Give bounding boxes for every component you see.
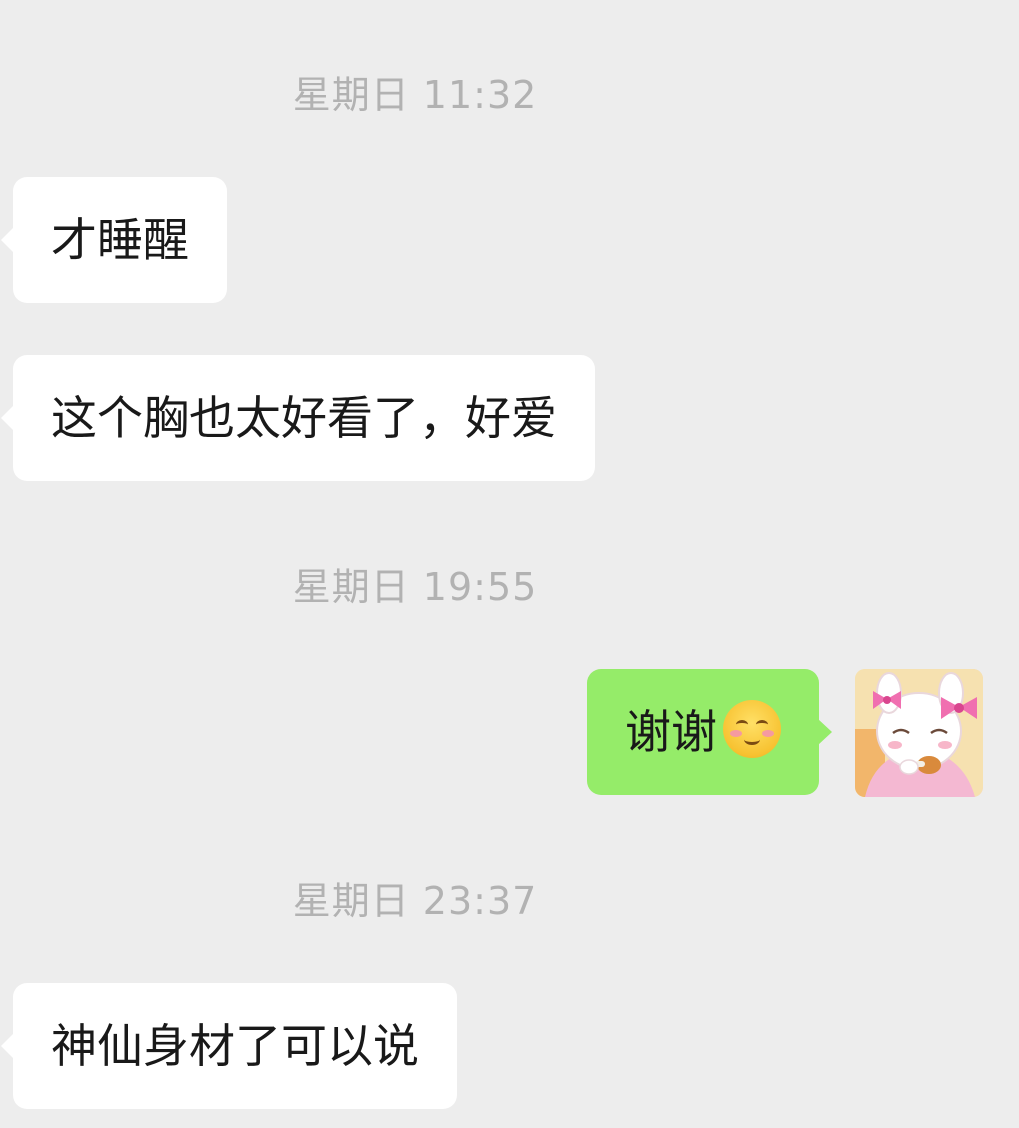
timestamp: 星期日 11:32 <box>292 73 538 117</box>
user-avatar[interactable] <box>855 669 983 797</box>
message-text: 谢谢 <box>625 705 717 759</box>
smiling-face-emoji-icon <box>723 700 781 758</box>
message-text: 才睡醒 <box>51 213 189 267</box>
incoming-message-bubble[interactable]: 这个胸也太好看了，好爱 <box>1 355 595 481</box>
timestamp: 星期日 23:37 <box>292 879 538 923</box>
message-text: 这个胸也太好看了，好爱 <box>51 391 557 445</box>
incoming-message-bubble[interactable]: 才睡醒 <box>1 177 227 303</box>
timestamp: 星期日 19:55 <box>292 565 538 609</box>
message-text: 神仙身材了可以说 <box>51 1019 419 1073</box>
outgoing-message-bubble[interactable]: 谢谢 <box>587 669 832 795</box>
incoming-message-bubble[interactable]: 神仙身材了可以说 <box>1 983 457 1109</box>
cartoon-bunny-avatar-icon <box>855 669 983 797</box>
